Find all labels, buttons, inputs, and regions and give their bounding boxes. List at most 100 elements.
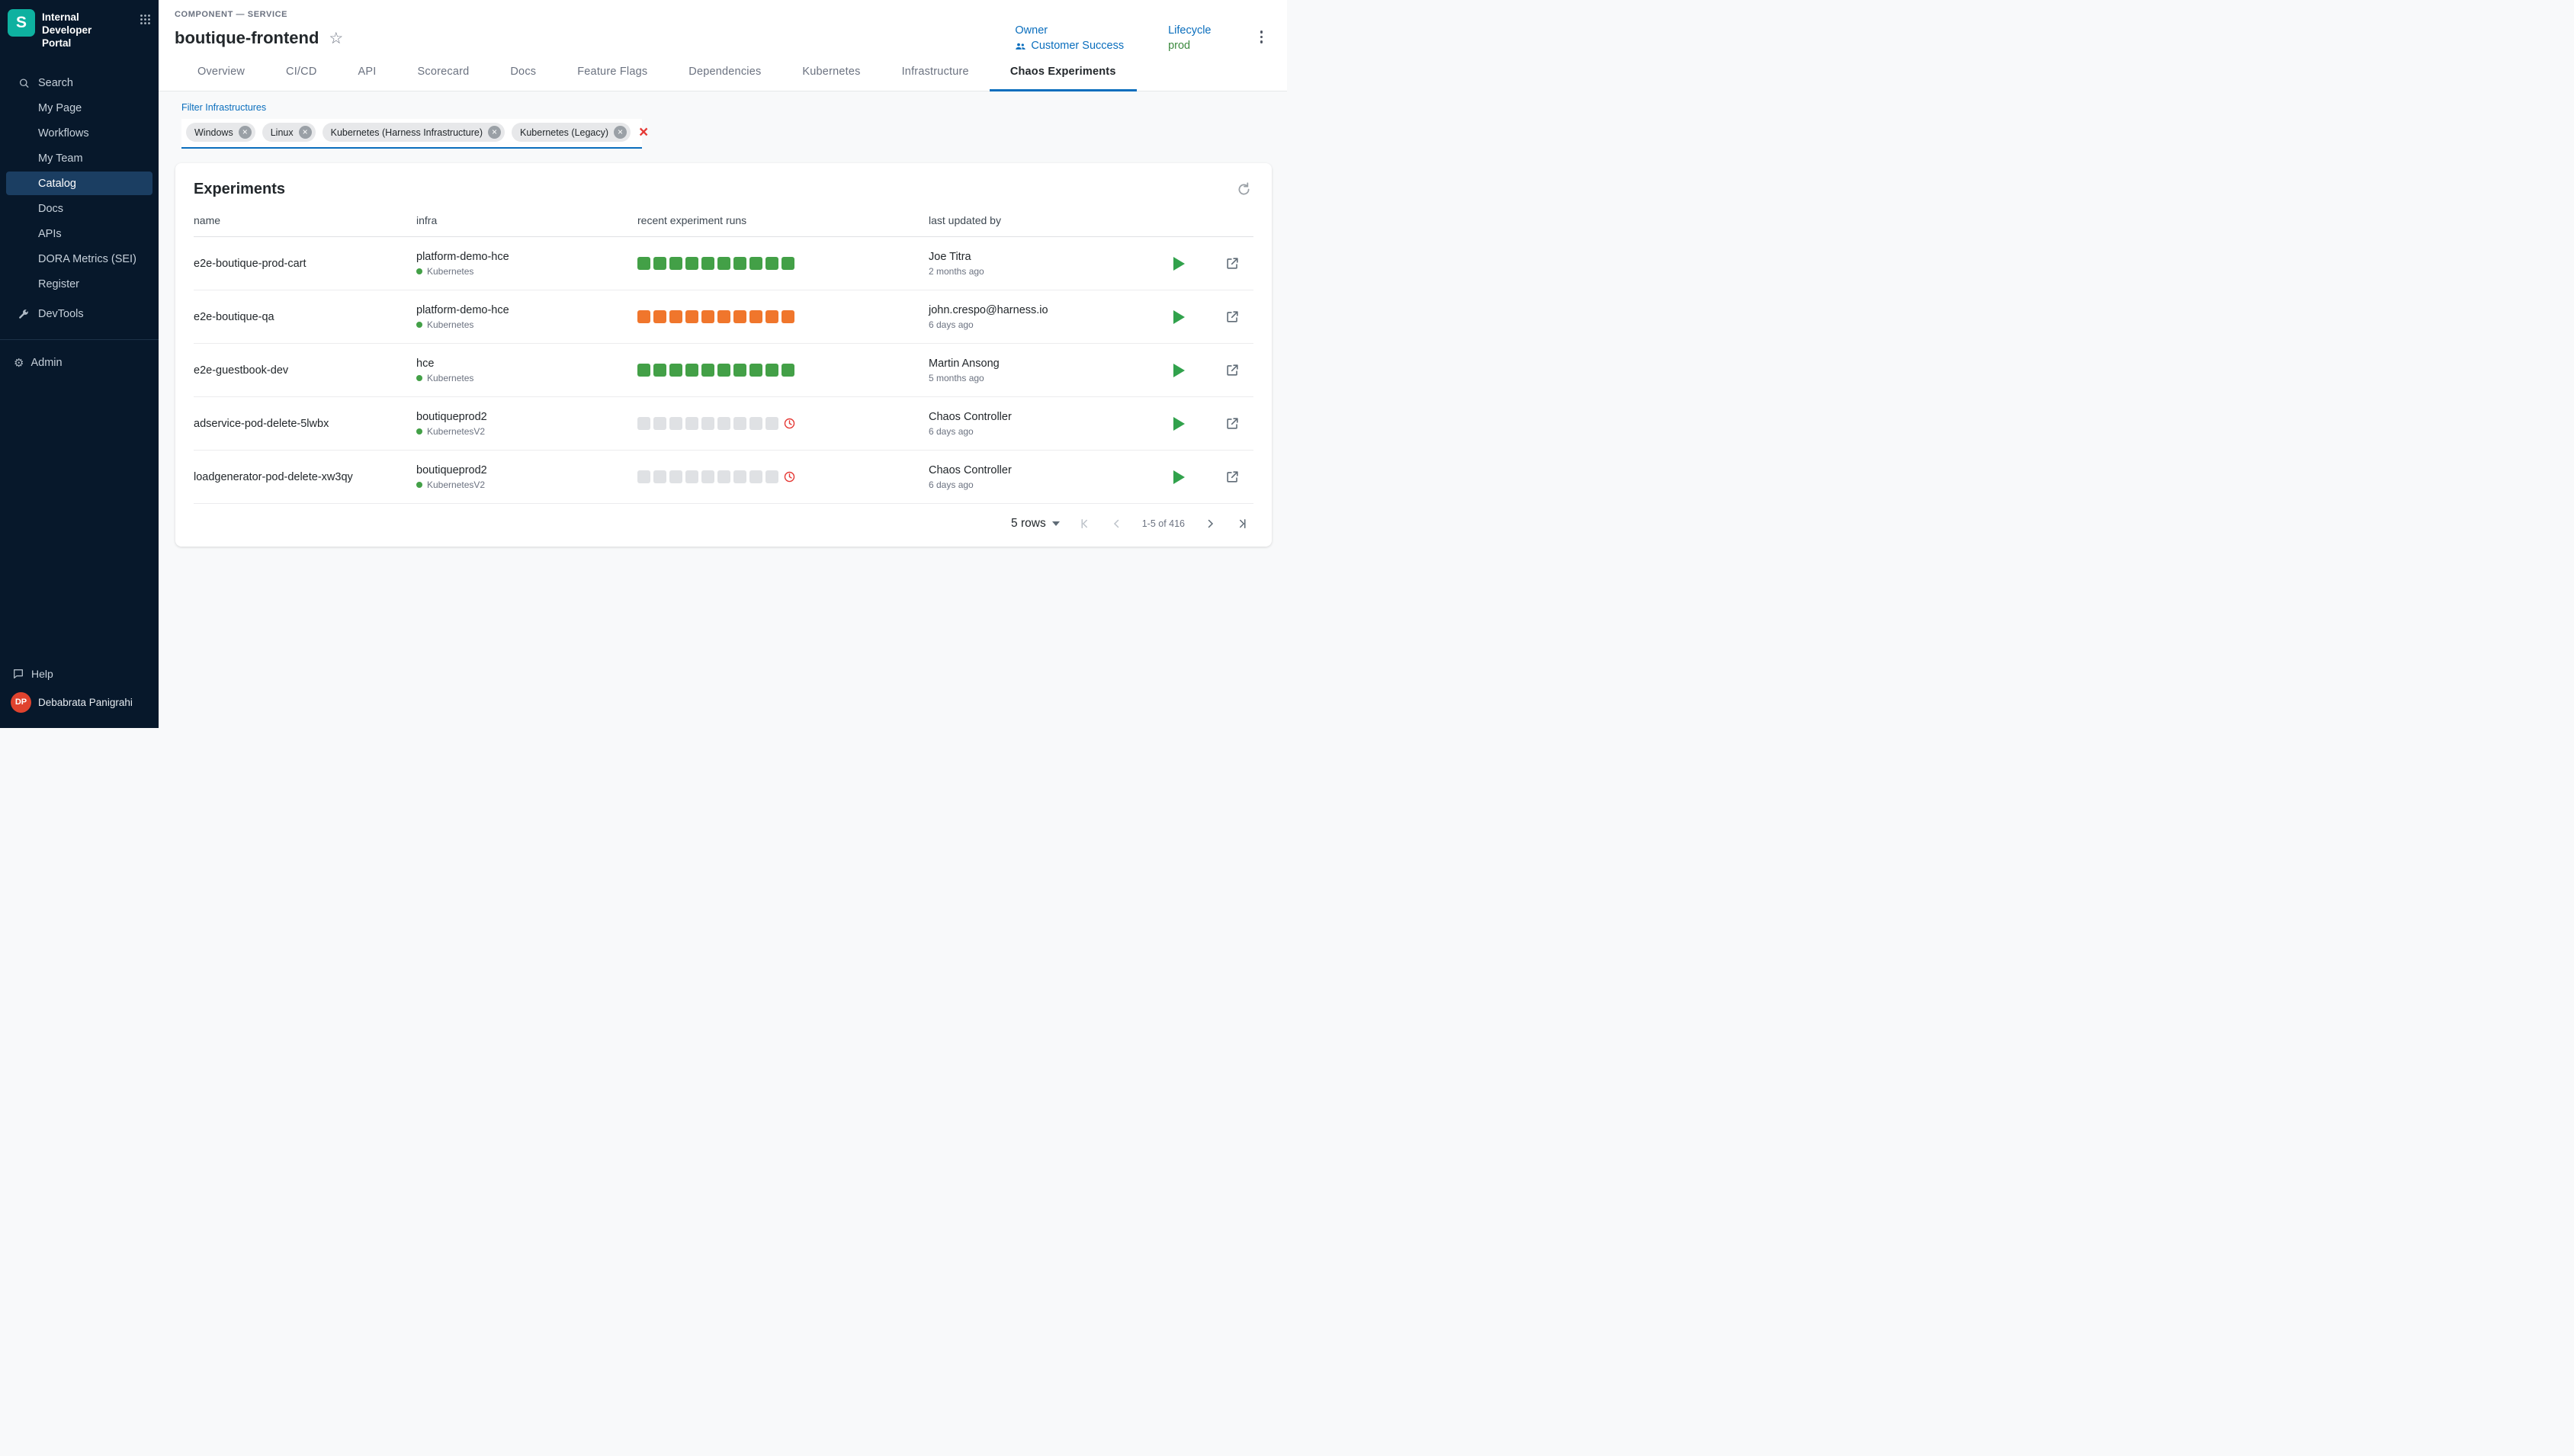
sidebar-item-workflows[interactable]: Workflows bbox=[6, 121, 152, 145]
run-status-square[interactable] bbox=[765, 470, 778, 483]
filter-chip-windows[interactable]: Windows× bbox=[186, 123, 255, 142]
refresh-icon[interactable] bbox=[1234, 180, 1253, 199]
sidebar-item-admin[interactable]: ⚙ Admin bbox=[0, 351, 159, 375]
open-in-new-icon[interactable] bbox=[1225, 309, 1240, 324]
run-status-square[interactable] bbox=[653, 470, 666, 483]
run-status-square[interactable] bbox=[717, 417, 730, 430]
chip-remove-icon[interactable]: × bbox=[488, 126, 501, 139]
run-status-square[interactable] bbox=[685, 364, 698, 377]
run-status-square[interactable] bbox=[733, 470, 746, 483]
run-status-square[interactable] bbox=[733, 364, 746, 377]
run-status-square[interactable] bbox=[637, 417, 650, 430]
filter-chip-linux[interactable]: Linux× bbox=[262, 123, 316, 142]
run-status-square[interactable] bbox=[653, 417, 666, 430]
tab-kubernetes[interactable]: Kubernetes bbox=[782, 52, 881, 91]
next-page-button[interactable] bbox=[1203, 517, 1217, 531]
run-status-square[interactable] bbox=[669, 310, 682, 323]
tab-feature-flags[interactable]: Feature Flags bbox=[557, 52, 668, 91]
run-status-square[interactable] bbox=[669, 417, 682, 430]
run-status-square[interactable] bbox=[685, 310, 698, 323]
sidebar-item-my-team[interactable]: My Team bbox=[6, 146, 152, 170]
run-status-square[interactable] bbox=[749, 470, 762, 483]
tab-dependencies[interactable]: Dependencies bbox=[668, 52, 782, 91]
run-status-square[interactable] bbox=[701, 470, 714, 483]
more-options-icon[interactable] bbox=[1256, 27, 1268, 47]
run-status-square[interactable] bbox=[765, 257, 778, 270]
chip-remove-icon[interactable]: × bbox=[299, 126, 312, 139]
chip-remove-icon[interactable]: × bbox=[614, 126, 627, 139]
run-status-square[interactable] bbox=[749, 364, 762, 377]
run-status-square[interactable] bbox=[669, 364, 682, 377]
run-status-square[interactable] bbox=[637, 257, 650, 270]
run-status-square[interactable] bbox=[733, 257, 746, 270]
tab-scorecard[interactable]: Scorecard bbox=[397, 52, 490, 91]
last-page-button[interactable] bbox=[1235, 517, 1249, 531]
first-page-button[interactable] bbox=[1078, 517, 1092, 531]
run-status-square[interactable] bbox=[701, 257, 714, 270]
tab-docs[interactable]: Docs bbox=[489, 52, 557, 91]
run-status-square[interactable] bbox=[717, 257, 730, 270]
run-status-square[interactable] bbox=[717, 470, 730, 483]
run-status-square[interactable] bbox=[701, 310, 714, 323]
run-status-square[interactable] bbox=[782, 257, 794, 270]
sidebar-item-devtools[interactable]: DevTools bbox=[6, 302, 152, 326]
run-experiment-button[interactable] bbox=[1173, 470, 1185, 484]
sidebar-item-docs[interactable]: Docs bbox=[6, 197, 152, 220]
tab-overview[interactable]: Overview bbox=[177, 52, 265, 91]
run-status-square[interactable] bbox=[749, 417, 762, 430]
open-in-new-icon[interactable] bbox=[1225, 256, 1240, 271]
favorite-star-icon[interactable]: ☆ bbox=[329, 30, 343, 47]
run-status-square[interactable] bbox=[733, 310, 746, 323]
open-in-new-icon[interactable] bbox=[1225, 470, 1240, 484]
filter-chip-kubernetes-legacy[interactable]: Kubernetes (Legacy)× bbox=[512, 123, 631, 142]
sidebar-item-my-page[interactable]: My Page bbox=[6, 96, 152, 120]
run-status-square[interactable] bbox=[653, 257, 666, 270]
run-status-square[interactable] bbox=[701, 364, 714, 377]
open-in-new-icon[interactable] bbox=[1225, 416, 1240, 431]
previous-page-button[interactable] bbox=[1110, 517, 1124, 531]
run-status-square[interactable] bbox=[782, 364, 794, 377]
sidebar-item-dora-metrics-sei[interactable]: DORA Metrics (SEI) bbox=[6, 247, 152, 271]
run-status-square[interactable] bbox=[653, 310, 666, 323]
clear-filters-icon[interactable]: × bbox=[637, 124, 650, 140]
run-status-square[interactable] bbox=[765, 364, 778, 377]
run-status-square[interactable] bbox=[782, 310, 794, 323]
tab-chaos-experiments[interactable]: Chaos Experiments bbox=[990, 52, 1137, 91]
tab-api[interactable]: API bbox=[338, 52, 397, 91]
chip-remove-icon[interactable]: × bbox=[239, 126, 252, 139]
infrastructure-filter-input[interactable]: Windows× Linux× Kubernetes (Harness Infras… bbox=[181, 119, 642, 149]
run-status-square[interactable] bbox=[653, 364, 666, 377]
run-experiment-button[interactable] bbox=[1173, 257, 1185, 271]
sidebar-item-catalog[interactable]: Catalog bbox=[6, 172, 152, 195]
run-status-square[interactable] bbox=[765, 310, 778, 323]
run-status-square[interactable] bbox=[685, 470, 698, 483]
open-in-new-icon[interactable] bbox=[1225, 363, 1240, 377]
run-experiment-button[interactable] bbox=[1173, 364, 1185, 377]
help-button[interactable]: Help bbox=[0, 661, 159, 687]
run-experiment-button[interactable] bbox=[1173, 310, 1185, 324]
tab-infrastructure[interactable]: Infrastructure bbox=[881, 52, 990, 91]
owner-link[interactable]: Customer Success bbox=[1015, 40, 1124, 52]
run-status-square[interactable] bbox=[765, 417, 778, 430]
sidebar-item-apis[interactable]: APIs bbox=[6, 222, 152, 245]
run-status-square[interactable] bbox=[685, 417, 698, 430]
run-status-square[interactable] bbox=[669, 470, 682, 483]
run-status-square[interactable] bbox=[685, 257, 698, 270]
run-status-square[interactable] bbox=[717, 310, 730, 323]
sidebar-item-register[interactable]: Register bbox=[6, 272, 152, 296]
run-status-square[interactable] bbox=[749, 310, 762, 323]
run-status-square[interactable] bbox=[749, 257, 762, 270]
run-status-square[interactable] bbox=[637, 364, 650, 377]
apps-grid-icon[interactable] bbox=[140, 14, 151, 29]
run-status-square[interactable] bbox=[733, 417, 746, 430]
run-status-square[interactable] bbox=[637, 310, 650, 323]
filter-chip-kubernetes-harness-infrastructure[interactable]: Kubernetes (Harness Infrastructure)× bbox=[323, 123, 505, 142]
sidebar-item-search[interactable]: Search bbox=[6, 71, 152, 95]
run-status-square[interactable] bbox=[669, 257, 682, 270]
rows-per-page-select[interactable]: 5 rows bbox=[1011, 517, 1060, 531]
run-status-square[interactable] bbox=[637, 470, 650, 483]
user-menu[interactable]: DP Debabrata Panigrahi bbox=[0, 687, 159, 717]
run-status-square[interactable] bbox=[701, 417, 714, 430]
tab-ci-cd[interactable]: CI/CD bbox=[265, 52, 337, 91]
run-status-square[interactable] bbox=[717, 364, 730, 377]
